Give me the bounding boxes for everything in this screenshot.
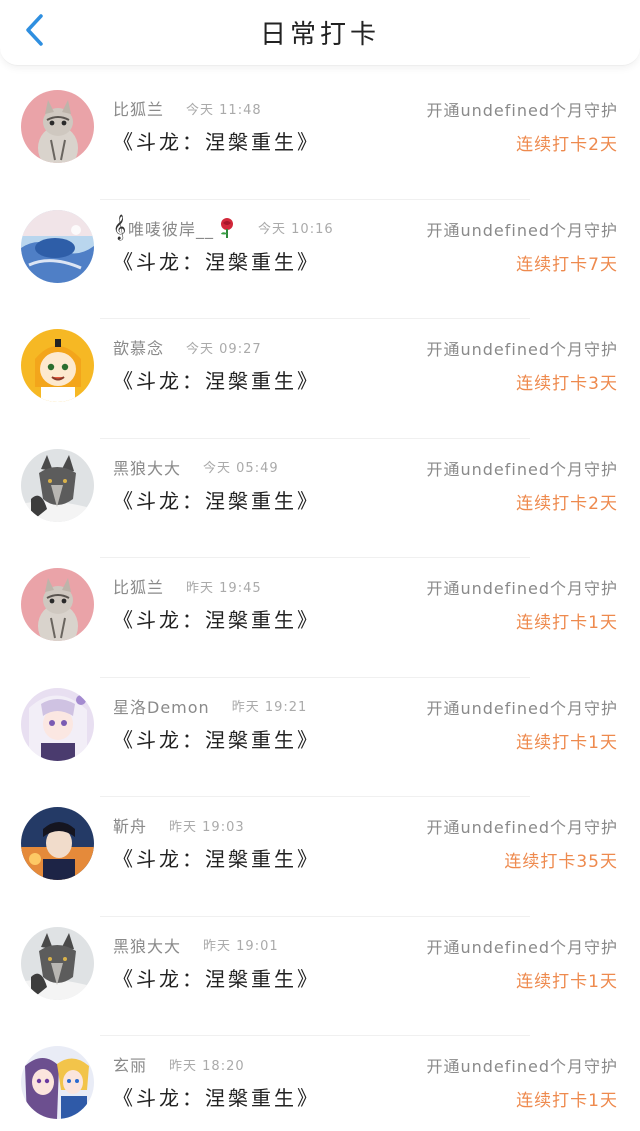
cartoon-girl-avatar[interactable] [21, 329, 94, 402]
list-item[interactable]: 𝄞 唯唛彼岸__ 今天 10:16 《斗龙：涅槃重生》 开通undefined个月守护连… [0, 200, 640, 319]
streak-badge: 连续打卡1天 [516, 1091, 618, 1111]
book-title[interactable]: 《斗龙：涅槃重生》 [113, 246, 320, 275]
checkin-time: 昨天 18:20 [169, 1058, 245, 1074]
checkin-time: 今天 05:49 [203, 461, 279, 476]
streak-badge: 连续打卡1天 [516, 732, 618, 753]
list-item[interactable]: 比狐兰 昨天 19:45 《斗龙：涅槃重生》 开通undefined个月守护连续打卡1… [0, 558, 640, 678]
guard-status: 开通undefined个月守护 [426, 1057, 618, 1076]
book-title[interactable]: 《斗龙：涅槃重生》 [113, 843, 320, 872]
guard-status: 开通undefined个月守护 [426, 937, 618, 957]
user-meta: 𝄞 唯唛彼岸__ 今天 10:16 [113, 215, 334, 240]
book-title[interactable]: 《斗龙：涅槃重生》 [113, 365, 320, 394]
whale-avatar[interactable] [21, 209, 94, 283]
user-nickname[interactable]: 比狐兰 [113, 574, 164, 598]
streak-badge: 连续打卡35天 [504, 852, 618, 872]
user-meta: 黑狼大大 昨天 19:01 [113, 934, 279, 956]
user-nickname[interactable]: 玄丽 [113, 1052, 147, 1076]
book-title[interactable]: 《斗龙：涅槃重生》 [113, 1082, 320, 1111]
checkin-time: 今天 10:16 [258, 222, 334, 237]
wolf-avatar[interactable] [21, 448, 94, 522]
user-meta: 歆慕念 今天 09:27 [113, 336, 262, 358]
guard-status: 开通undefined个月守护 [426, 698, 618, 718]
list-item[interactable]: 歆慕念 今天 09:27 《斗龙：涅槃重生》 开通undefined个月守护连续打卡3… [0, 319, 640, 439]
user-nickname[interactable]: 唯唛彼岸__ [128, 216, 214, 240]
streak-badge: 连续打卡1天 [516, 971, 618, 992]
list-item[interactable]: 玄丽 昨天 18:20 《斗龙：涅槃重生》 开通undefined个月守护连续打卡1天 [0, 1036, 640, 1131]
cat-avatar[interactable] [21, 568, 94, 641]
checkin-time: 昨天 19:45 [186, 580, 262, 596]
guard-status: 开通undefined个月守护 [426, 459, 618, 479]
user-nickname[interactable]: 靳舟 [113, 813, 147, 837]
streak-badge: 连续打卡3天 [516, 374, 618, 394]
book-title[interactable]: 《斗龙：涅槃重生》 [113, 485, 320, 514]
guard-status: 开通undefined个月守护 [426, 340, 618, 359]
guard-status: 开通undefined个月守护 [426, 220, 618, 240]
checkin-time: 昨天 19:21 [231, 700, 308, 715]
book-title[interactable]: 《斗龙：涅槃重生》 [113, 724, 320, 753]
list-item[interactable]: 比狐兰 今天 11:48 《斗龙：涅槃重生》 开通undefined个月守护连续打卡2… [0, 80, 640, 200]
user-nickname[interactable]: 歆慕念 [113, 335, 164, 359]
streak-badge: 连续打卡2天 [516, 135, 618, 155]
page-title: 日常打卡 [259, 20, 380, 50]
streak-badge: 连续打卡1天 [516, 613, 618, 633]
user-nickname[interactable]: 比狐兰 [113, 96, 164, 120]
book-title[interactable]: 《斗龙：涅槃重生》 [113, 604, 320, 633]
user-meta: 靳舟 昨天 19:03 [113, 814, 245, 836]
music-note-icon: 𝄞 [113, 215, 127, 240]
checkin-list: 比狐兰 今天 11:48 《斗龙：涅槃重生》 开通undefined个月守护 连续打卡2… [0, 80, 640, 1131]
book-title[interactable]: 《斗龙：涅槃重生》 [113, 963, 320, 992]
checkin-time: 今天 09:27 [186, 341, 262, 357]
guard-status: 开通undefined个月守护 [426, 818, 618, 837]
book-title[interactable]: 《斗龙：涅槃重生》 [113, 126, 320, 155]
top-bar: 日常打卡 [0, 0, 640, 66]
user-meta: 比狐兰 昨天 19:45 [113, 575, 262, 597]
checkin-time: 昨天 19:03 [169, 819, 245, 835]
checkin-time: 昨天 19:01 [203, 939, 279, 954]
user-meta: 黑狼大大 今天 05:49 [113, 456, 279, 478]
streak-badge: 连续打卡7天 [516, 254, 618, 275]
guard-status: 开通undefined个月守护 [426, 101, 618, 120]
list-item[interactable]: 黑狼大大 昨天 19:01 《斗龙：涅槃重生》 开通undefined个月守护连续打卡… [0, 917, 640, 1036]
guard-status: 开通undefined个月守护 [426, 579, 618, 598]
user-meta: 比狐兰 今天 11:48 [113, 97, 262, 119]
streak-badge: 连续打卡2天 [516, 493, 618, 514]
anime-pair-avatar[interactable] [21, 1046, 94, 1119]
list-item[interactable]: 靳舟 昨天 19:03 《斗龙：涅槃重生》 开通undefined个月守护连续打卡35… [0, 797, 640, 917]
anime-girl-avatar[interactable] [21, 687, 94, 761]
user-meta: 玄丽 昨天 18:20 [113, 1053, 245, 1075]
user-meta: 星洛Demon 昨天 19:21 [113, 695, 307, 717]
anime-boy-avatar[interactable] [21, 807, 94, 880]
list-item[interactable]: 星洛Demon 昨天 19:21 《斗龙：涅槃重生》 开通undefined个月守护连… [0, 678, 640, 797]
wolf-avatar[interactable] [21, 926, 94, 1000]
user-nickname[interactable]: 黑狼大大 [113, 455, 181, 479]
user-nickname[interactable]: 星洛Demon [113, 694, 210, 718]
cat-avatar[interactable] [21, 90, 94, 163]
rose-icon [218, 217, 236, 239]
checkin-time: 今天 11:48 [186, 102, 262, 118]
list-item[interactable]: 黑狼大大 今天 05:49 《斗龙：涅槃重生》 开通undefined个月守护连续打卡… [0, 439, 640, 558]
user-nickname[interactable]: 黑狼大大 [113, 933, 181, 957]
